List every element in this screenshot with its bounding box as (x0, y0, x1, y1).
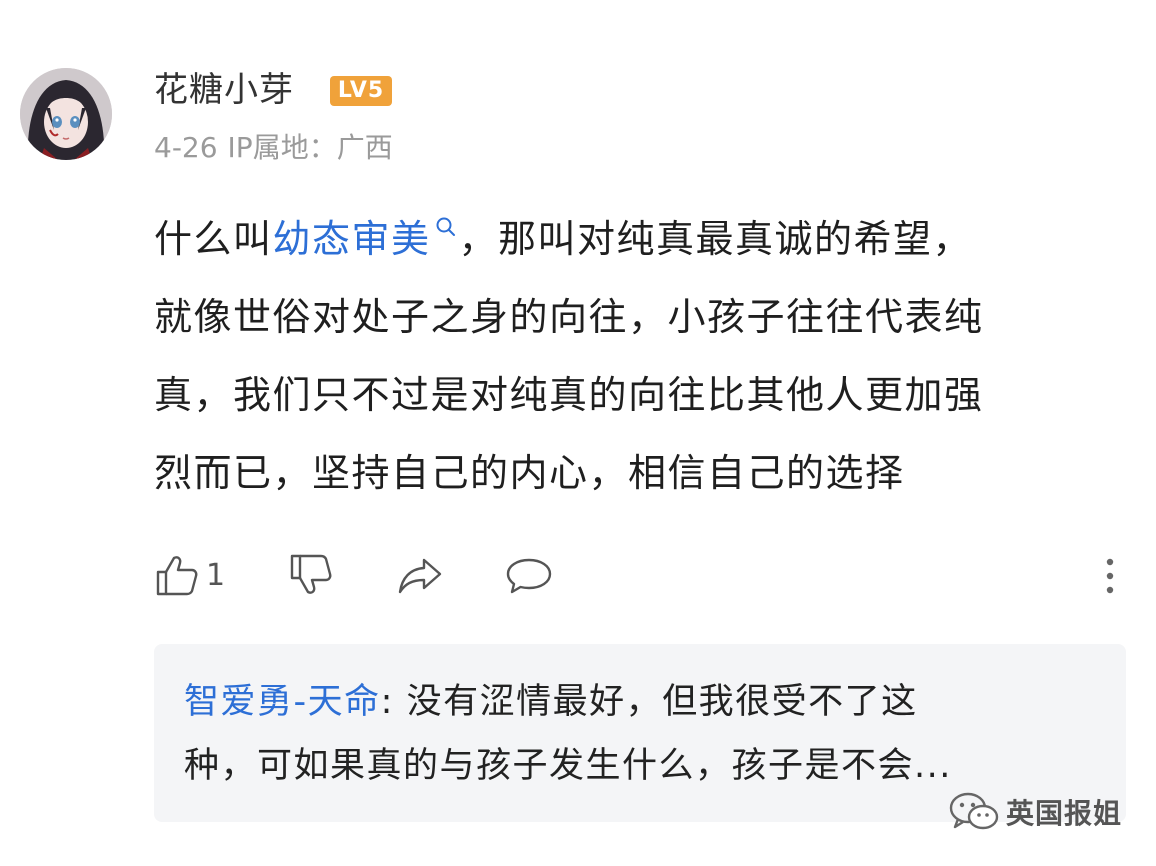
more-options-button[interactable] (1098, 552, 1122, 600)
level-badge: LV5 (330, 76, 392, 106)
comment-text: 什么叫幼态审美 ，那叫对纯真最真诚的希望， 就像世俗对处子之身的向往，小孩子往往代… (154, 200, 1124, 512)
thumbs-up-icon (156, 556, 198, 596)
share-button[interactable] (396, 548, 444, 602)
reply-separator: : (380, 682, 394, 722)
comment-line-4: 烈而已，坚持自己的内心，相信自己的选择 (154, 451, 905, 495)
comment-date: 4-26 (154, 131, 218, 164)
reply-line-1-text: 没有涩情最好，但我很受不了这 (406, 682, 918, 722)
topic-link[interactable]: 幼态审美 (273, 217, 431, 261)
more-vertical-icon (1106, 558, 1114, 594)
comment-bubble-icon (506, 558, 552, 594)
comment-meta: 4-26 IP属地：广西 (154, 130, 403, 166)
dislike-button[interactable] (288, 548, 334, 602)
share-arrow-icon (398, 558, 442, 594)
like-count: 1 (206, 557, 226, 593)
reply-line-1: 智爱勇-天命: 没有涩情最好，但我很受不了这 (184, 670, 1084, 734)
reply-text: 智爱勇-天命: 没有涩情最好，但我很受不了这 种，可如果真的与孩子发生什么，孩子… (184, 670, 1084, 798)
comment-line-2: 就像世俗对处子之身的向往，小孩子往往代表纯 (154, 295, 984, 339)
reply-author[interactable]: 智爱勇-天命 (184, 682, 381, 722)
comment-card: 花糖小芽 LV5 4-26 IP属地：广西 什么叫幼态审美 ，那叫对纯真最真诚的希望… (0, 0, 1156, 866)
wechat-icon (949, 792, 999, 830)
thumbs-down-icon (290, 554, 332, 594)
user-avatar[interactable] (20, 68, 112, 160)
comment-line-1-rest: ，那叫对纯真最真诚的希望， (458, 217, 973, 261)
comment-prefix: 什么叫 (154, 217, 273, 261)
reply-button[interactable] (504, 548, 554, 602)
like-button[interactable]: 1 (154, 548, 225, 602)
comment-line-1: 什么叫幼态审美 ，那叫对纯真最真诚的希望， (154, 200, 1124, 278)
watermark-text: 英国报姐 (1006, 797, 1123, 830)
watermark: 英国报姐 (948, 788, 1122, 836)
search-icon[interactable] (435, 216, 457, 238)
username[interactable]: 花糖小芽 (154, 68, 294, 112)
ip-location: IP属地：广西 (227, 131, 393, 164)
comment-line-3: 真，我们只不过是对纯真的向往比其他人更加强 (154, 373, 984, 417)
